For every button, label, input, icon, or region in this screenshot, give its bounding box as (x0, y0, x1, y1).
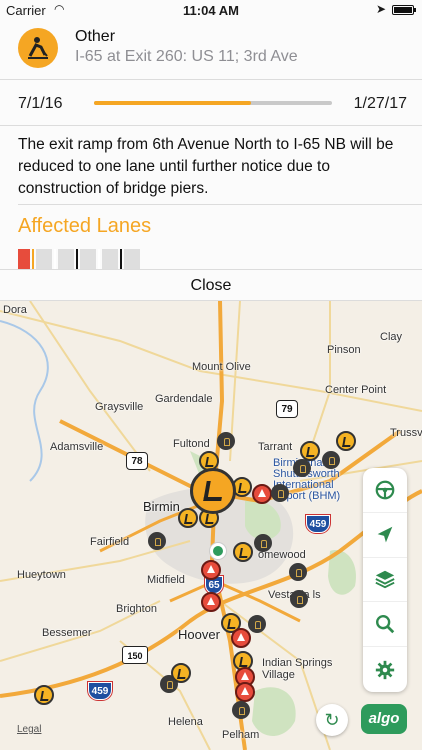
map-marker[interactable] (248, 615, 266, 633)
place-label: Trussv (390, 427, 422, 439)
map-toolbar (363, 468, 407, 692)
map-marker[interactable] (148, 532, 166, 550)
map-marker[interactable] (290, 590, 308, 608)
construction-marker[interactable] (300, 441, 320, 461)
place-label: Adamsville (50, 441, 104, 453)
current-location-dot (210, 543, 226, 559)
construction-marker[interactable] (336, 431, 356, 451)
place-label: Pelham (222, 729, 260, 741)
place-label: Clay (380, 331, 403, 343)
incident-marker[interactable] (231, 628, 251, 648)
place-label: Bessemer (42, 627, 92, 639)
map-marker[interactable] (254, 534, 272, 552)
place-label: Fultond (173, 438, 210, 450)
incident-marker[interactable] (201, 592, 221, 612)
affected-lanes-heading: Affected Lanes (18, 215, 152, 237)
place-label: Indian Springs Village (262, 657, 333, 681)
place-label: Dora (3, 304, 27, 316)
lane-marker (98, 249, 100, 269)
progress-fill (94, 101, 252, 105)
place-label: Mount Olive (192, 361, 251, 373)
lane-marker (54, 249, 56, 269)
place-label: Birmin (143, 499, 180, 514)
divider (18, 204, 422, 205)
map-marker[interactable] (217, 432, 235, 450)
lane-marker (76, 249, 78, 269)
clock: 11:04 AM (183, 3, 239, 18)
route-shield: 78 (126, 452, 148, 470)
place-label: Graysville (95, 401, 144, 413)
place-label: Pinson (327, 344, 361, 356)
lane-closed (18, 249, 30, 269)
date-range: 7/1/16 1/27/17 (0, 80, 422, 126)
place-label: Hueytown (17, 569, 66, 581)
construction-marker[interactable] (34, 685, 54, 705)
incident-panel: Other I-65 at Exit 260: US 11; 3rd Ave 7… (0, 20, 422, 301)
interstate-shield: 459 (306, 515, 330, 533)
incident-marker[interactable] (201, 560, 221, 580)
map-marker[interactable] (322, 451, 340, 469)
construction-marker[interactable] (233, 542, 253, 562)
legal-link[interactable]: Legal (17, 724, 41, 735)
interstate-shield: 459 (88, 682, 112, 700)
layers-icon[interactable] (363, 558, 407, 603)
brand-logo-button[interactable]: algo (361, 704, 407, 734)
battery-icon (392, 5, 416, 15)
lane-diagram (18, 249, 140, 269)
incident-marker[interactable] (235, 682, 255, 702)
search-icon[interactable] (363, 602, 407, 648)
incident-marker[interactable] (252, 484, 272, 504)
close-button[interactable]: Close (0, 269, 422, 301)
construction-marker[interactable] (178, 508, 198, 528)
place-label: Gardendale (155, 393, 213, 405)
incident-type: Other (75, 28, 116, 45)
lane-open (36, 249, 52, 269)
place-label: Center Point (325, 384, 387, 396)
construction-worker-icon (18, 28, 58, 68)
location-services-icon: ➤ (375, 2, 386, 16)
duration-progress-bar (94, 101, 332, 105)
lane-open (102, 249, 118, 269)
navigation-arrow-icon[interactable] (363, 513, 407, 558)
lane-open (80, 249, 96, 269)
status-bar: Carrier ◠ 11:04 AM ➤ (0, 0, 422, 20)
gear-icon[interactable] (363, 647, 407, 692)
construction-marker[interactable] (171, 663, 191, 683)
place-label: Fairfield (90, 536, 130, 548)
place-label: Midfield (147, 574, 185, 586)
lane-open (58, 249, 74, 269)
place-label: Brighton (116, 603, 157, 615)
end-date: 1/27/17 (353, 95, 407, 112)
map-marker[interactable] (289, 563, 307, 581)
lane-open (124, 249, 140, 269)
map-view[interactable]: Dora Clay Mount Olive Pinson Gardendale … (0, 301, 422, 750)
incident-location: I-65 at Exit 260: US 11; 3rd Ave (75, 48, 298, 65)
steering-wheel-icon[interactable] (363, 468, 407, 513)
place-label: Tarrant (258, 441, 293, 453)
incident-header: Other I-65 at Exit 260: US 11; 3rd Ave (0, 20, 422, 80)
place-label: Hoover (178, 627, 220, 642)
selected-incident-marker[interactable] (190, 468, 236, 514)
map-marker[interactable] (232, 701, 250, 719)
refresh-icon[interactable]: ↻ (316, 704, 348, 736)
map-marker[interactable] (271, 484, 289, 502)
route-shield: 150 (122, 646, 148, 664)
map-marker[interactable] (293, 459, 311, 477)
place-label: Helena (168, 716, 203, 728)
route-shield: 79 (276, 400, 298, 418)
incident-description: The exit ramp from 6th Avenue North to I… (18, 136, 394, 197)
start-date: 7/1/16 (18, 95, 63, 112)
lane-marker (32, 249, 34, 269)
lane-marker (120, 249, 122, 269)
